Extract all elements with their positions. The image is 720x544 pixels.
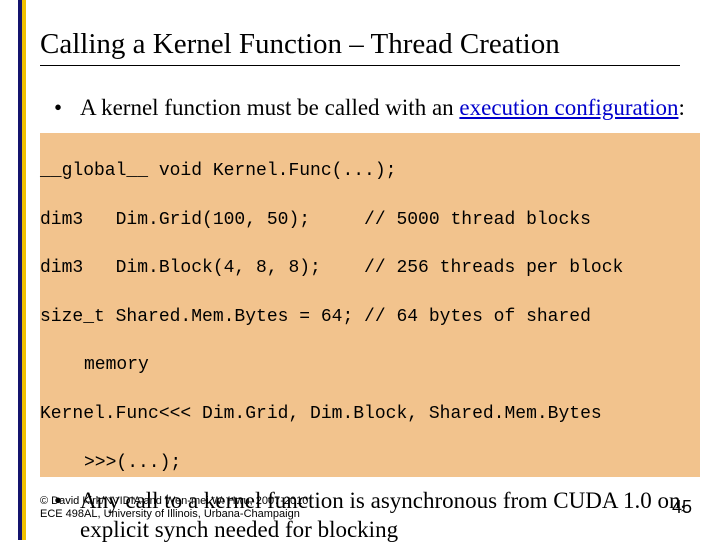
- bullet-list: A kernel function must be called with an…: [50, 94, 700, 123]
- code-line-4: size_t Shared.Mem.Bytes = 64; // 64 byte…: [40, 305, 700, 329]
- title-underline: [40, 65, 680, 66]
- code-line-5b: >>>(...);: [40, 451, 700, 475]
- accent-bar-gold: [22, 0, 26, 540]
- code-line-5: Kernel.Func<<< Dim.Grid, Dim.Block, Shar…: [40, 402, 700, 426]
- code-line-2: dim3 Dim.Grid(100, 50); // 5000 thread b…: [40, 208, 700, 232]
- page-number: 45: [672, 497, 692, 518]
- footer-line-1: © David Kirk/NVIDIA and Wen-mei W. Hwu, …: [40, 495, 308, 509]
- code-line-3: dim3 Dim.Block(4, 8, 8); // 256 threads …: [40, 256, 700, 280]
- code-line-4b: memory: [40, 353, 700, 377]
- slide-title: Calling a Kernel Function – Thread Creat…: [40, 28, 700, 61]
- bullet-1-text-post: :: [678, 95, 684, 120]
- slide-content: Calling a Kernel Function – Thread Creat…: [40, 28, 700, 520]
- bullet-1-text-pre: A kernel function must be called with an: [80, 95, 459, 120]
- bullet-item-1: A kernel function must be called with an…: [50, 94, 700, 123]
- code-line-1: __global__ void Kernel.Func(...);: [40, 159, 700, 183]
- exec-config-link[interactable]: execution configuration: [459, 95, 678, 120]
- footer: © David Kirk/NVIDIA and Wen-mei W. Hwu, …: [40, 495, 308, 523]
- accent-bars: [18, 0, 26, 540]
- footer-line-2: ECE 498AL, University of Illinois, Urban…: [40, 508, 308, 522]
- code-block: __global__ void Kernel.Func(...); dim3 D…: [40, 133, 700, 477]
